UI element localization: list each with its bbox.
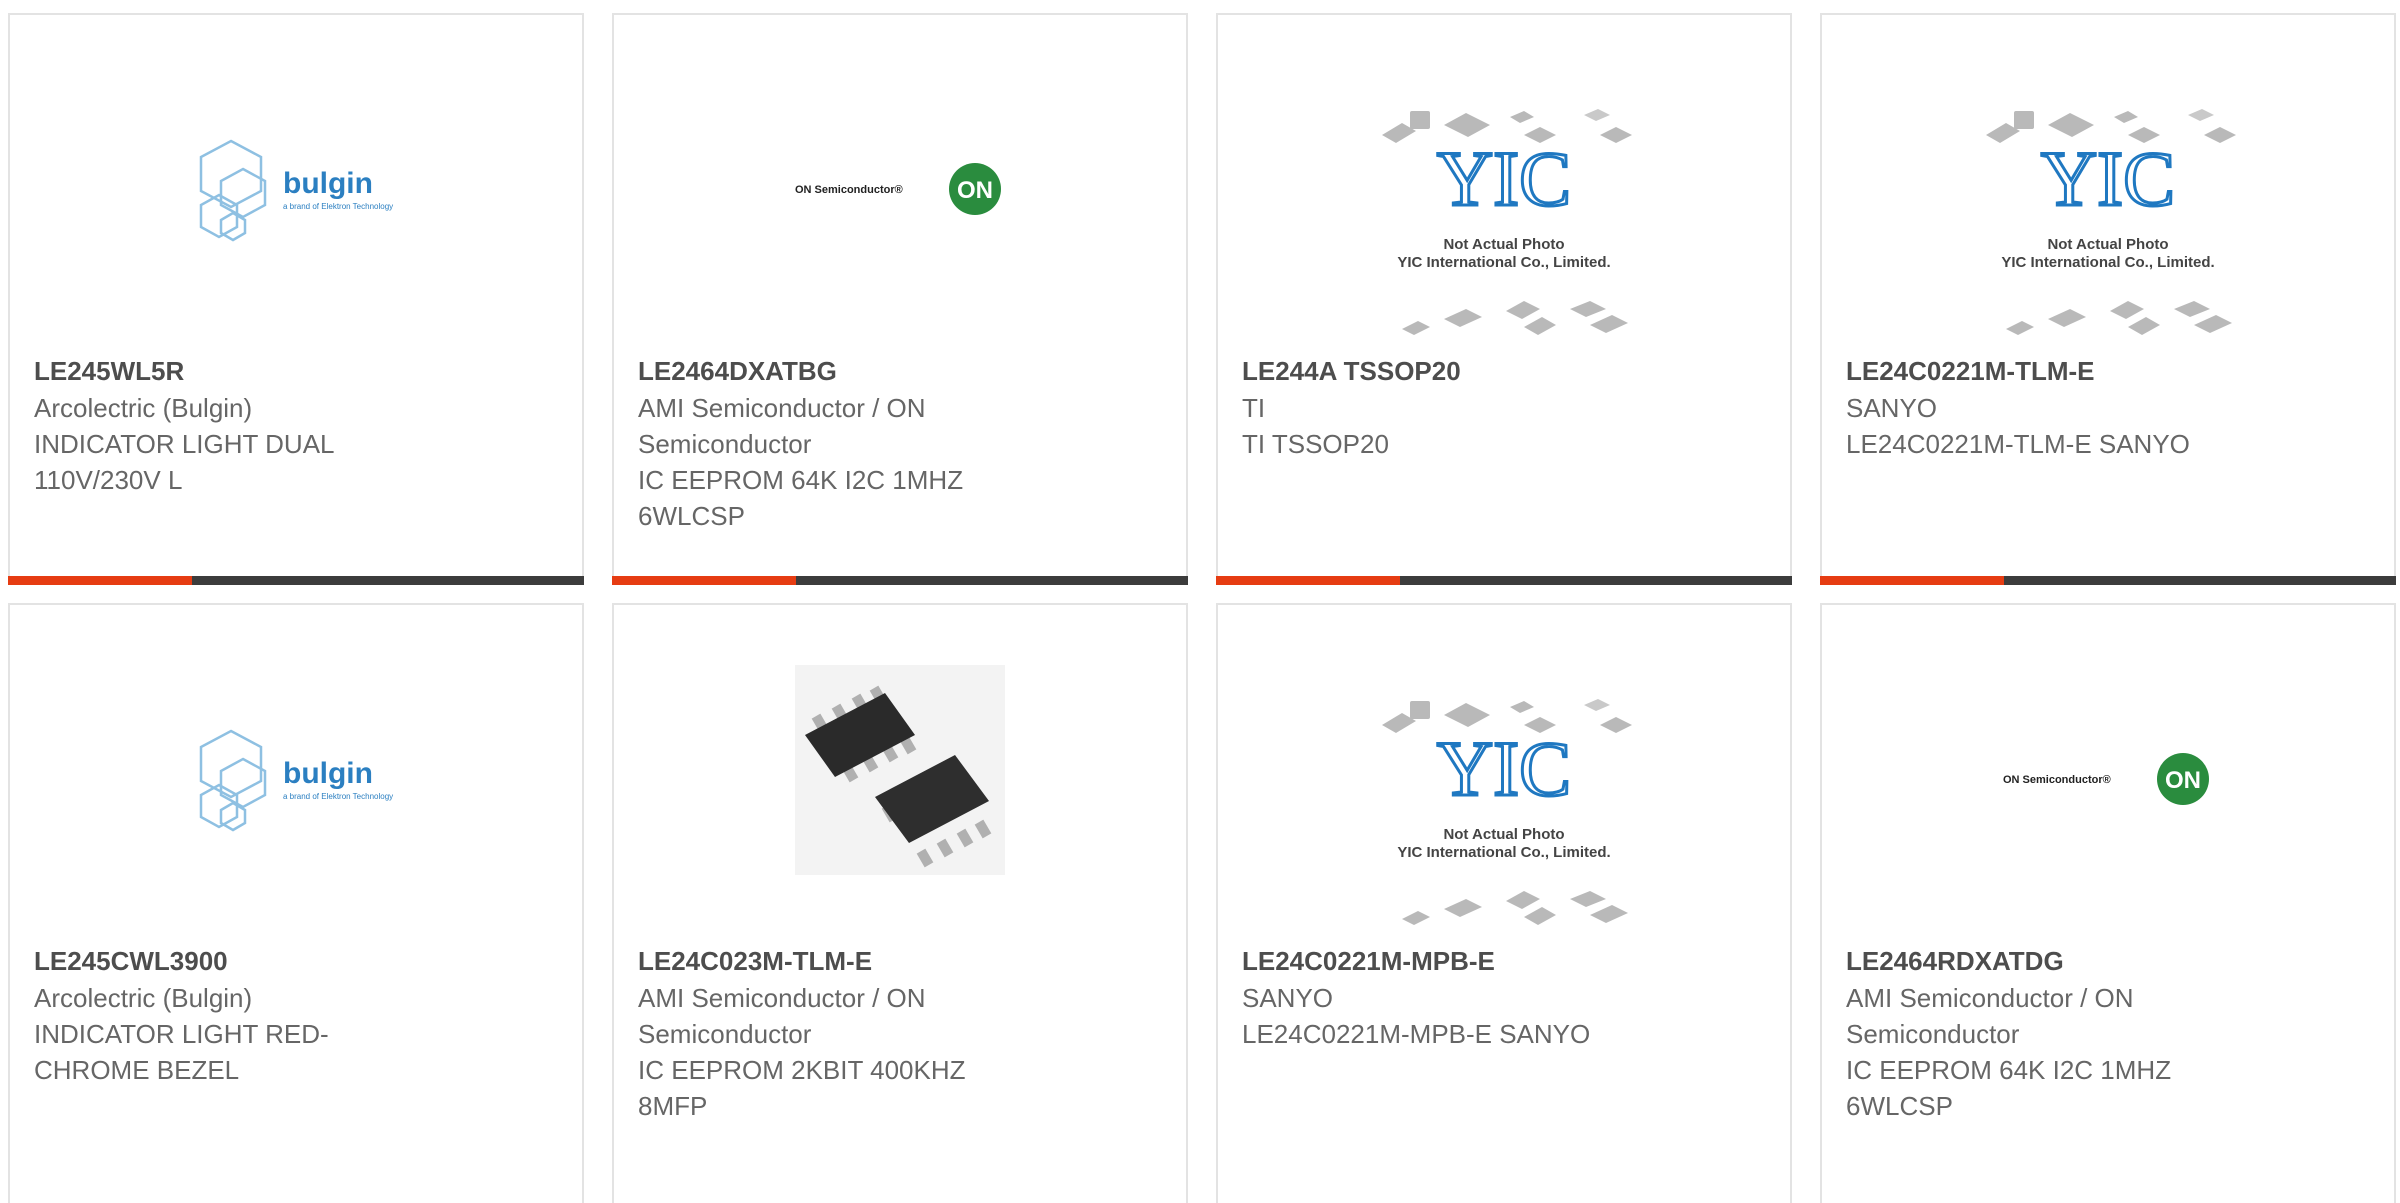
product-grid: bulgin a brand of Elektron Technology LE…	[0, 0, 2400, 1203]
svg-text:a brand of Elektron Technology: a brand of Elektron Technology	[283, 792, 393, 801]
soic-chip-photo	[795, 665, 1005, 875]
product-card[interactable]: YIC Not Actual Photo YIC International C…	[1216, 13, 1792, 585]
description-line: INDICATOR LIGHT DUAL	[34, 429, 335, 459]
svg-text:a brand of Elektron Technology: a brand of Elektron Technology	[283, 202, 393, 211]
product-card[interactable]: bulgin a brand of Elektron Technology LE…	[8, 603, 584, 1203]
svg-text:Not Actual Photo: Not Actual Photo	[1443, 236, 1564, 253]
part-number[interactable]: LE24C0221M-TLM-E	[1846, 353, 2266, 390]
manufacturer: TI	[1242, 393, 1266, 423]
description-line: 6WLCSP	[638, 501, 745, 531]
manufacturer: AMI Semiconductor / ON Semiconductor	[1846, 983, 2134, 1049]
yic-placeholder-image: YIC Not Actual Photo YIC International C…	[1978, 105, 2238, 335]
part-number[interactable]: LE2464DXATBG	[638, 353, 1058, 390]
product-card[interactable]: YIC Not Actual Photo YIC International C…	[1820, 13, 2396, 585]
bulgin-logo: bulgin a brand of Elektron Technology	[191, 725, 401, 845]
product-image: YIC Not Actual Photo YIC International C…	[1218, 665, 1790, 925]
product-image: bulgin a brand of Elektron Technology	[10, 75, 582, 315]
product-card[interactable]: YIC Not Actual Photo YIC International C…	[1216, 603, 1792, 1203]
product-card[interactable]: bulgin a brand of Elektron Technology LE…	[8, 13, 584, 585]
svg-text:YIC International Co., Limited: YIC International Co., Limited.	[1397, 254, 1610, 271]
onsemi-logo: ON Semiconductor® ON	[2003, 751, 2213, 807]
svg-text:YIC International Co., Limited: YIC International Co., Limited.	[1397, 844, 1610, 861]
description-line: CHROME BEZEL	[34, 1055, 240, 1085]
product-card[interactable]: ON Semiconductor® ON LE2464RDXATDG AMI S…	[1820, 603, 2396, 1203]
description-line: INDICATOR LIGHT RED-	[34, 1019, 329, 1049]
product-card[interactable]: LE24C023M-TLM-E AMI Semiconductor / ON Se…	[612, 603, 1188, 1203]
description-line: IC EEPROM 64K I2C 1MHZ	[1846, 1055, 2172, 1085]
svg-text:Not Actual Photo: Not Actual Photo	[1443, 826, 1564, 843]
card-bottom-bar	[8, 576, 584, 585]
manufacturer: AMI Semiconductor / ON Semiconductor	[638, 983, 926, 1049]
svg-text:ON: ON	[2165, 767, 2201, 794]
part-number[interactable]: LE24C023M-TLM-E	[638, 943, 1058, 980]
part-number[interactable]: LE245CWL3900	[34, 943, 454, 980]
product-image	[614, 665, 1186, 905]
manufacturer: Arcolectric (Bulgin)	[34, 393, 253, 423]
description-line: 6WLCSP	[1846, 1091, 1953, 1121]
svg-text:YIC: YIC	[2041, 135, 2175, 222]
card-bottom-bar	[1820, 576, 2396, 585]
product-image: ON Semiconductor® ON	[614, 75, 1186, 315]
svg-text:bulgin: bulgin	[283, 757, 373, 790]
manufacturer: AMI Semiconductor / ON Semiconductor	[638, 393, 926, 459]
product-card[interactable]: ON Semiconductor® ON LE2464DXATBG AMI Se…	[612, 13, 1188, 585]
yic-placeholder-image: YIC Not Actual Photo YIC International C…	[1374, 105, 1634, 335]
onsemi-logo: ON Semiconductor® ON	[795, 161, 1005, 217]
svg-text:bulgin: bulgin	[283, 167, 373, 200]
manufacturer: Arcolectric (Bulgin)	[34, 983, 253, 1013]
description-line: 110V/230V L	[34, 465, 183, 495]
svg-text:YIC: YIC	[1437, 725, 1571, 812]
product-image: ON Semiconductor® ON	[1822, 665, 2394, 905]
description-line: IC EEPROM 64K I2C 1MHZ	[638, 465, 964, 495]
part-number[interactable]: LE244A TSSOP20	[1242, 353, 1662, 390]
part-number[interactable]: LE24C0221M-MPB-E	[1242, 943, 1662, 980]
svg-text:ON Semiconductor®: ON Semiconductor®	[2003, 774, 2111, 786]
card-bottom-bar	[1216, 576, 1792, 585]
bulgin-logo: bulgin a brand of Elektron Technology	[191, 135, 401, 255]
svg-text:YIC International Co., Limited: YIC International Co., Limited.	[2001, 254, 2214, 271]
card-bottom-bar	[612, 576, 1188, 585]
description-line: TI TSSOP20	[1242, 429, 1389, 459]
svg-text:ON: ON	[957, 177, 993, 204]
svg-text:YIC: YIC	[1437, 135, 1571, 222]
yic-placeholder-image: YIC Not Actual Photo YIC International C…	[1374, 695, 1634, 925]
svg-text:Not Actual Photo: Not Actual Photo	[2047, 236, 2168, 253]
description-line: LE24C0221M-MPB-E SANYO	[1242, 1019, 1591, 1049]
manufacturer: SANYO	[1242, 983, 1334, 1013]
description-line: IC EEPROM 2KBIT 400KHZ	[638, 1055, 966, 1085]
product-image: YIC Not Actual Photo YIC International C…	[1218, 75, 1790, 335]
svg-text:ON Semiconductor®: ON Semiconductor®	[795, 184, 903, 196]
part-number[interactable]: LE2464RDXATDG	[1846, 943, 2266, 980]
part-number[interactable]: LE245WL5R	[34, 353, 454, 390]
product-image: YIC Not Actual Photo YIC International C…	[1822, 75, 2394, 335]
product-image: bulgin a brand of Elektron Technology	[10, 665, 582, 905]
description-line: LE24C0221M-TLM-E SANYO	[1846, 429, 2190, 459]
description-line: 8MFP	[638, 1091, 708, 1121]
manufacturer: SANYO	[1846, 393, 1938, 423]
